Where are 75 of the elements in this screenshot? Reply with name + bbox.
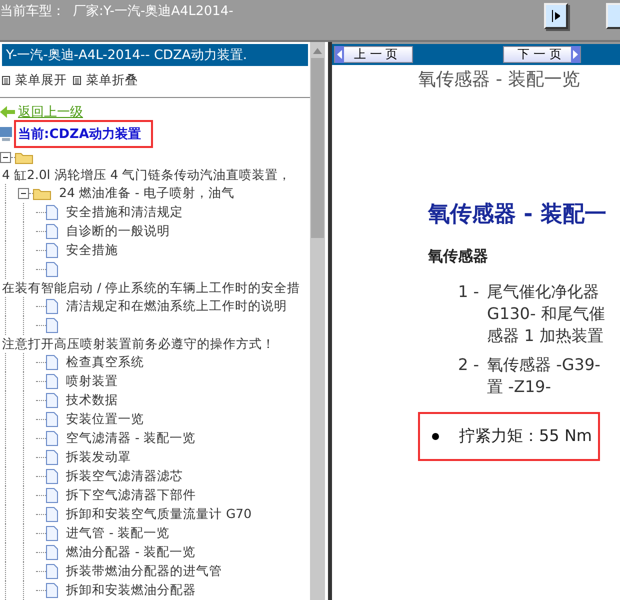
item-text: 感器 1 加热装置 (487, 326, 604, 347)
vehicle-name: 厂家:Y-一汽-奥迪A4L2014- (73, 3, 234, 20)
tree-item-text: 4 缸2.0l 涡轮增压 4 气门链条传动汽油直喷装置， (2, 166, 292, 184)
panel-title: Y-一汽-奥迪-A4L-2014-- CDZA动力装置. (2, 44, 308, 66)
tree-item-text: 注意打开高压喷射装置前务必遵守的操作方式！ (2, 335, 276, 353)
item-text: 氧传感器 -G39- (487, 355, 600, 376)
document-icon (46, 374, 58, 389)
bullet-icon (432, 433, 439, 440)
arrow-right-icon (571, 46, 580, 63)
document-icon (46, 205, 58, 220)
document-icon (46, 243, 58, 258)
collapse-icon[interactable] (18, 188, 29, 199)
tree-item[interactable]: 24 燃油准备 - 电子喷射，油气 (59, 185, 234, 202)
document-icon (46, 583, 58, 598)
document-icon (46, 393, 58, 408)
tree-item[interactable]: 拆装空气滤清器滤芯 (66, 468, 183, 485)
document-icon (46, 450, 58, 465)
document-icon (46, 318, 58, 333)
menu-action[interactable]: 菜单折叠 (73, 72, 138, 89)
tree-item[interactable]: 拆卸和安装空气质量流量计 G70 (66, 506, 252, 523)
document-icon (46, 507, 58, 522)
item-number: 2 - (458, 355, 480, 376)
tree-item[interactable]: 拆卸和安装燃油分配器 (66, 582, 196, 599)
document-icon (46, 412, 58, 427)
tree-item[interactable]: 空气滤清器 - 装配一览 (66, 430, 196, 447)
tree-item[interactable]: 拆装带燃油分配器的进气管 (66, 563, 222, 580)
item-text: 置 -Z19- (487, 377, 552, 398)
item-number: 1 - (458, 282, 480, 303)
vehicle-label: 当前车型： (0, 3, 65, 20)
arrow-left-icon (335, 46, 344, 63)
tree-item[interactable]: 自诊断的一般说明 (66, 223, 170, 240)
tree-item[interactable]: 喷射装置 (66, 373, 118, 390)
tree-item[interactable]: 安全措施和清洁规定 (66, 204, 183, 221)
collapse-button[interactable] (606, 3, 620, 29)
tree-item[interactable]: 安全措施 (66, 242, 118, 259)
item-text: G130- 和尾气催 (487, 304, 605, 325)
item-text: 尾气催化净化器 (487, 282, 600, 303)
next-page-button[interactable]: 下 一 页 (502, 46, 582, 63)
document-icon (46, 431, 58, 446)
document-icon (46, 355, 58, 370)
computer-icon (0, 127, 12, 141)
tree-item[interactable]: 检查真空系统 (66, 354, 144, 371)
scrollbar-thumb[interactable] (311, 58, 324, 238)
tree-item[interactable]: 燃油分配器 - 装配一览 (66, 544, 196, 561)
document-icon (46, 488, 58, 503)
tree-item[interactable]: 清洁规定和在燃油系统上工作时的说明 (66, 298, 287, 315)
document-icon (46, 299, 58, 314)
folder-icon (33, 187, 51, 200)
tree-item[interactable]: 拆装发动罩 (66, 449, 131, 466)
tree-item[interactable]: 拆下空气滤清器下部件 (66, 487, 196, 504)
torque-spec: 拧紧力矩：55 Nm (459, 426, 592, 447)
document-icon (46, 564, 58, 579)
document-icon (46, 262, 58, 277)
tree-item-text: 在装有智能启动 / 停止系统的车辆上工作时的安全措 (2, 279, 302, 297)
current-section: 当前:CDZA动力装置 (18, 127, 142, 142)
arrow-left-icon (0, 106, 16, 118)
document-icon (46, 526, 58, 541)
subheading: 氧传感器 (428, 247, 489, 266)
document-icon (46, 224, 58, 239)
document-title: 氧传感器 - 装配一览 (417, 68, 581, 91)
tree-item[interactable]: 安装位置一览 (66, 411, 144, 428)
arrow-right-icon (552, 10, 560, 22)
collapse-icon[interactable] (0, 152, 11, 162)
back-link[interactable]: 返回上一级 (18, 103, 83, 121)
tree-item[interactable]: 技术数据 (66, 392, 118, 409)
tree-item[interactable]: 进气管 - 装配一览 (66, 525, 170, 542)
folder-icon (15, 150, 33, 164)
previous-page-button[interactable]: 上 一 页 (334, 46, 413, 63)
expand-button[interactable] (544, 3, 568, 29)
document-icon (46, 545, 58, 560)
section-heading: 氧传感器 - 装配一 (428, 201, 608, 229)
scrollbar[interactable] (310, 42, 325, 600)
document-icon (46, 469, 58, 484)
list-icon (73, 76, 81, 85)
menu-action[interactable]: 菜单展开 (2, 72, 67, 89)
